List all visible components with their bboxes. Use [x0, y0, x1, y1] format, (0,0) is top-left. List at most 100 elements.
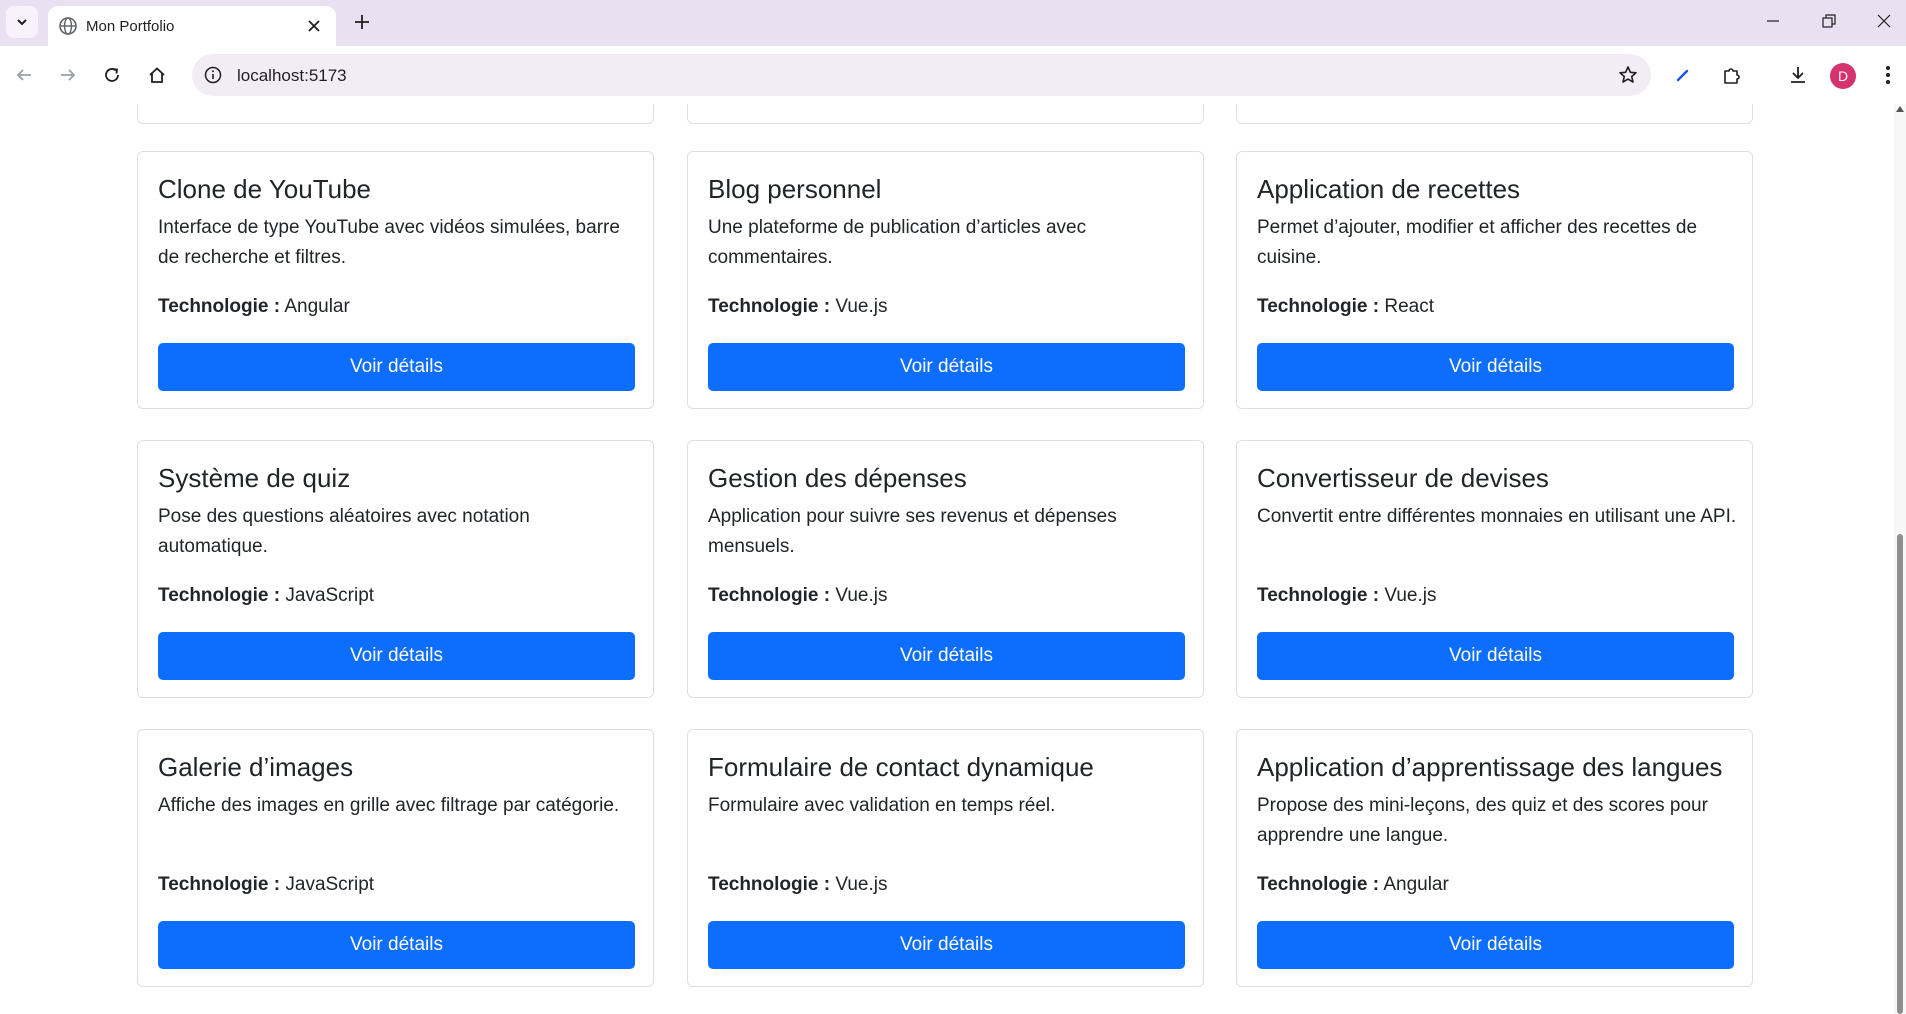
project-card: Blog personnel Une plateforme de publica…: [687, 151, 1204, 409]
project-title: Convertisseur de devises: [1257, 463, 1549, 493]
home-icon: [149, 67, 165, 83]
page-viewport: Clone de YouTube Interface de type YouTu…: [0, 104, 1906, 1014]
project-card: Gestion des dépenses Application pour su…: [687, 440, 1204, 698]
project-card: Convertisseur de devises Convertit entre…: [1236, 440, 1753, 698]
technology-value: React: [1384, 296, 1435, 317]
technology-label: Technologie :: [158, 874, 281, 895]
back-button[interactable]: [8, 59, 40, 91]
view-details-button[interactable]: Voir détails: [1257, 343, 1734, 391]
project-card-partial: [687, 104, 1204, 124]
browser-toolbar: localhost:5173 D: [0, 46, 1906, 104]
extension-pen-button[interactable]: [1667, 59, 1699, 91]
restore-icon: [1822, 14, 1836, 28]
project-title: Application d’apprentissage des langues: [1257, 752, 1723, 782]
restore-button[interactable]: [1809, 6, 1849, 36]
technology-value: Vue.js: [1384, 585, 1437, 606]
tab-search-button[interactable]: [6, 6, 38, 38]
site-info-button[interactable]: [200, 62, 226, 88]
reload-icon: [105, 68, 119, 82]
reload-button[interactable]: [96, 59, 128, 91]
technology-label: Technologie :: [1257, 874, 1380, 895]
scrollbar-thumb[interactable]: [1897, 534, 1903, 1014]
project-technology: Technologie : Angular: [1257, 874, 1449, 896]
home-button[interactable]: [141, 59, 173, 91]
globe-icon: [59, 17, 77, 35]
project-card: Clone de YouTube Interface de type YouTu…: [137, 151, 654, 409]
project-description: Permet d’ajouter, modifier et afficher d…: [1257, 217, 1698, 268]
minimize-icon: [1767, 20, 1779, 22]
forward-button[interactable]: [52, 59, 84, 91]
extensions-button[interactable]: [1716, 59, 1748, 91]
address-bar[interactable]: localhost:5173: [192, 54, 1651, 96]
project-description: Propose des mini-leçons, des quiz et des…: [1257, 795, 1708, 846]
downloads-button[interactable]: [1782, 59, 1814, 91]
technology-value: Vue.js: [835, 296, 888, 317]
project-card: Application d’apprentissage des langues …: [1236, 729, 1753, 987]
project-card-partial: [1236, 104, 1753, 124]
browser-menu-button[interactable]: [1872, 59, 1904, 91]
technology-value: Vue.js: [835, 874, 888, 895]
pen-icon: [1676, 69, 1689, 82]
tab-title: Mon Portfolio: [86, 18, 175, 35]
project-technology: Technologie : Vue.js: [708, 585, 887, 607]
star-icon: [1619, 66, 1637, 83]
project-title: Clone de YouTube: [158, 174, 372, 204]
technology-value: JavaScript: [285, 585, 375, 606]
browser-tab-active[interactable]: Mon Portfolio: [48, 6, 336, 46]
project-card: Galerie d’images Affiche des images en g…: [137, 729, 654, 987]
close-icon: [1877, 14, 1891, 28]
project-card: Application de recettes Permet d’ajouter…: [1236, 151, 1753, 409]
project-description: Interface de type YouTube avec vidéos si…: [158, 217, 620, 268]
view-details-button[interactable]: Voir détails: [708, 632, 1185, 680]
project-technology: Technologie : Vue.js: [1257, 585, 1436, 607]
plus-icon: [355, 15, 369, 29]
minimize-button[interactable]: [1753, 6, 1793, 36]
scroll-up-arrow[interactable]: [1896, 106, 1904, 112]
technology-label: Technologie :: [158, 296, 281, 317]
profile-avatar[interactable]: D: [1830, 63, 1856, 89]
view-details-button[interactable]: Voir détails: [708, 343, 1185, 391]
project-title: Blog personnel: [708, 174, 882, 204]
technology-label: Technologie :: [1257, 585, 1380, 606]
technology-value: Angular: [284, 296, 350, 317]
info-icon: [204, 66, 222, 84]
puzzle-icon: [1724, 68, 1740, 84]
technology-label: Technologie :: [708, 585, 831, 606]
project-technology: Technologie : Angular: [158, 296, 350, 318]
project-title: Formulaire de contact dynamique: [708, 752, 1094, 782]
project-title: Application de recettes: [1257, 174, 1521, 204]
new-tab-button[interactable]: [350, 10, 374, 34]
technology-label: Technologie :: [708, 296, 831, 317]
project-description: Convertit entre différentes monnaies en …: [1257, 506, 1737, 527]
close-icon: [308, 20, 320, 32]
view-details-button[interactable]: Voir détails: [708, 921, 1185, 969]
browser-tabstrip: Mon Portfolio: [0, 0, 1906, 46]
bookmark-button[interactable]: [1615, 62, 1641, 88]
view-details-button[interactable]: Voir détails: [1257, 921, 1734, 969]
project-card: Formulaire de contact dynamique Formulai…: [687, 729, 1204, 987]
arrow-left-icon: [16, 69, 31, 81]
project-technology: Technologie : JavaScript: [158, 585, 374, 607]
project-title: Système de quiz: [158, 463, 351, 493]
window-close-button[interactable]: [1864, 6, 1904, 36]
project-card: Système de quiz Pose des questions aléat…: [137, 440, 654, 698]
url-text[interactable]: localhost:5173: [237, 66, 347, 86]
view-details-button[interactable]: Voir détails: [1257, 632, 1734, 680]
view-details-button[interactable]: Voir détails: [158, 921, 635, 969]
tab-close-button[interactable]: [304, 16, 324, 36]
project-description: Application pour suivre ses revenus et d…: [708, 506, 1117, 557]
project-title: Galerie d’images: [158, 752, 354, 782]
project-technology: Technologie : Vue.js: [708, 296, 887, 318]
project-description: Pose des questions aléatoires avec notat…: [158, 506, 530, 557]
project-description: Affiche des images en grille avec filtra…: [158, 795, 620, 816]
technology-label: Technologie :: [708, 874, 831, 895]
project-description: Formulaire avec validation en temps réel…: [708, 795, 1056, 816]
more-vertical-icon: [1886, 66, 1890, 84]
view-details-button[interactable]: Voir détails: [158, 632, 635, 680]
page-scrollbar[interactable]: [1894, 104, 1906, 1014]
chevron-down-icon: [17, 19, 27, 26]
view-details-button[interactable]: Voir détails: [158, 343, 635, 391]
project-technology: Technologie : JavaScript: [158, 874, 374, 896]
technology-label: Technologie :: [1257, 296, 1380, 317]
project-technology: Technologie : Vue.js: [708, 874, 887, 896]
